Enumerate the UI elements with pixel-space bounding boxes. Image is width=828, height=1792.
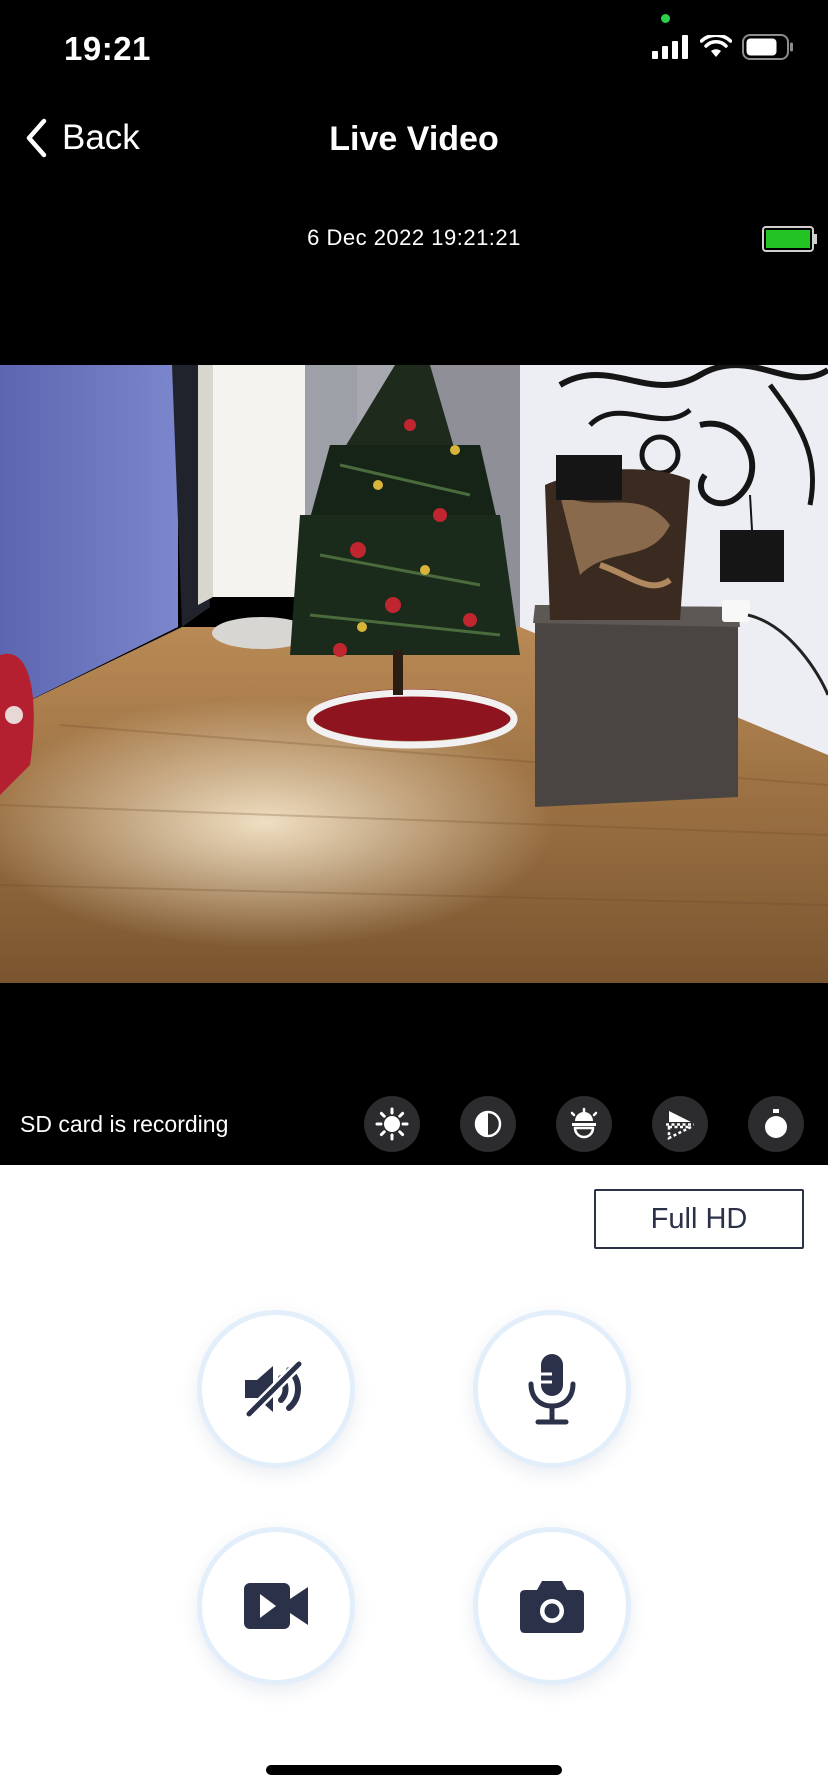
feed-timestamp: 6 Dec 2022 19:21:21 (307, 225, 521, 250)
speaker-mute-button[interactable] (197, 1310, 355, 1468)
cellular-signal-icon (652, 35, 688, 59)
timer-icon (765, 1109, 787, 1138)
video-record-icon (244, 1583, 308, 1629)
video-quality-button[interactable]: Full HD (594, 1189, 804, 1249)
status-time: 19:21 (64, 30, 151, 67)
microphone-button[interactable] (473, 1310, 631, 1468)
contrast-button[interactable] (460, 1096, 516, 1152)
record-video-button[interactable] (197, 1527, 355, 1685)
home-indicator[interactable] (266, 1765, 562, 1775)
microphone-icon (528, 1354, 576, 1425)
flip-button[interactable] (652, 1096, 708, 1152)
camera-snapshot-icon (520, 1581, 584, 1633)
sd-recording-status: SD card is recording (20, 1111, 229, 1137)
brightness-icon (375, 1107, 409, 1141)
speaker-mute-icon (245, 1360, 303, 1418)
page-title: Live Video (329, 120, 499, 158)
timer-button[interactable] (748, 1096, 804, 1152)
exposure-icon (570, 1107, 598, 1139)
contrast-icon (474, 1110, 502, 1138)
flip-icon (666, 1111, 694, 1141)
camera-view-image (0, 365, 828, 983)
camera-battery-icon (762, 226, 817, 252)
snapshot-button[interactable] (473, 1527, 631, 1685)
camera-in-use-indicator (661, 14, 670, 23)
status-icons (652, 34, 794, 60)
wifi-icon (700, 35, 732, 57)
brightness-button[interactable] (364, 1096, 420, 1152)
live-video-feed[interactable] (0, 365, 828, 983)
battery-icon (742, 34, 793, 60)
exposure-button[interactable] (556, 1096, 612, 1152)
